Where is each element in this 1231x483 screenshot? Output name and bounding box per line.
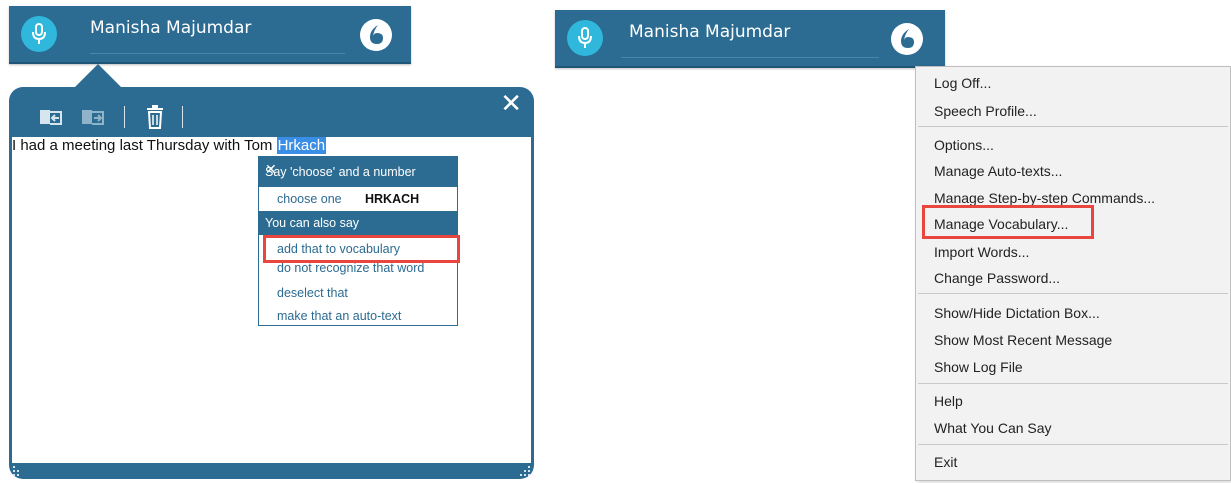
do-not-recognize-option[interactable]: do not recognize that word (277, 261, 424, 275)
highlight-box (263, 235, 460, 263)
choose-one-option[interactable]: choose one (277, 192, 342, 206)
menu-item-show-log-file[interactable]: Show Log File (934, 359, 1023, 375)
toolbar-divider (124, 106, 125, 128)
menu-item-show-recent-message[interactable]: Show Most Recent Message (934, 332, 1112, 348)
dictation-box-pointer (74, 64, 122, 88)
microphone-icon (32, 23, 46, 44)
deselect-option[interactable]: deselect that (277, 286, 348, 300)
choice-word[interactable]: HRKACH (365, 192, 419, 206)
transfer-out-button[interactable] (81, 107, 105, 131)
menu-item-change-password[interactable]: Change Password... (934, 270, 1060, 286)
user-name: Manisha Majumdar (629, 22, 791, 42)
transfer-out-icon (82, 110, 104, 125)
menu-item-manage-step-commands[interactable]: Manage Step-by-step Commands... (934, 190, 1155, 206)
menu-item-manage-auto-texts[interactable]: Manage Auto-texts... (934, 163, 1062, 179)
menu-divider (918, 126, 1228, 127)
dictated-text: I had a meeting last Thursday with Tom (12, 137, 277, 154)
dragon-logo-icon (901, 29, 914, 48)
toolbar-divider (182, 106, 183, 128)
highlight-box (922, 205, 1094, 239)
close-popup-button[interactable]: ✕ (265, 161, 452, 178)
menu-item-import-words[interactable]: Import Words... (934, 244, 1029, 260)
popup-header: Say 'choose' and a number ✕ (259, 157, 457, 187)
microphone-button[interactable] (567, 20, 603, 56)
trash-icon (147, 105, 163, 129)
menu-item-show-hide-dictation-box[interactable]: Show/Hide Dictation Box... (934, 305, 1100, 321)
close-dictation-box-button[interactable]: ✕ (500, 91, 522, 117)
menu-item-log-off[interactable]: Log Off... (934, 75, 991, 91)
menu-divider (918, 293, 1228, 294)
menu-item-speech-profile[interactable]: Speech Profile... (934, 103, 1037, 119)
delete-button[interactable] (145, 105, 165, 133)
resize-grip-icon[interactable] (516, 466, 530, 476)
microphone-icon (578, 27, 592, 48)
status-line (90, 53, 345, 54)
transfer-text-icon (40, 110, 62, 125)
dragon-logo-icon (370, 25, 383, 44)
microphone-button[interactable] (21, 16, 57, 52)
menu-item-what-you-can-say[interactable]: What You Can Say (934, 420, 1052, 436)
dragon-menu-button[interactable] (360, 19, 392, 51)
menu-item-help[interactable]: Help (934, 393, 963, 409)
user-name: Manisha Majumdar (90, 18, 252, 38)
make-auto-text-option[interactable]: make that an auto-text (277, 309, 401, 323)
left-dragon-bar: Manisha Majumdar (9, 6, 411, 64)
right-dragon-bar: Manisha Majumdar (555, 10, 945, 68)
menu-divider (918, 444, 1228, 445)
menu-divider (918, 383, 1228, 384)
also-say-text: You can also say (265, 216, 360, 230)
also-say-header: You can also say (259, 211, 457, 235)
dragon-context-menu: Log Off... Speech Profile... Options... … (915, 66, 1231, 481)
menu-item-exit[interactable]: Exit (934, 454, 957, 470)
selected-word[interactable]: Hrkach (276, 137, 327, 154)
menu-item-options[interactable]: Options... (934, 137, 994, 153)
move-grip-icon[interactable] (13, 466, 27, 476)
dictation-text: I had a meeting last Thursday with Tom H… (12, 137, 327, 154)
dragon-menu-button[interactable] (891, 23, 923, 55)
status-line (621, 57, 879, 58)
transfer-text-button[interactable] (39, 107, 63, 131)
